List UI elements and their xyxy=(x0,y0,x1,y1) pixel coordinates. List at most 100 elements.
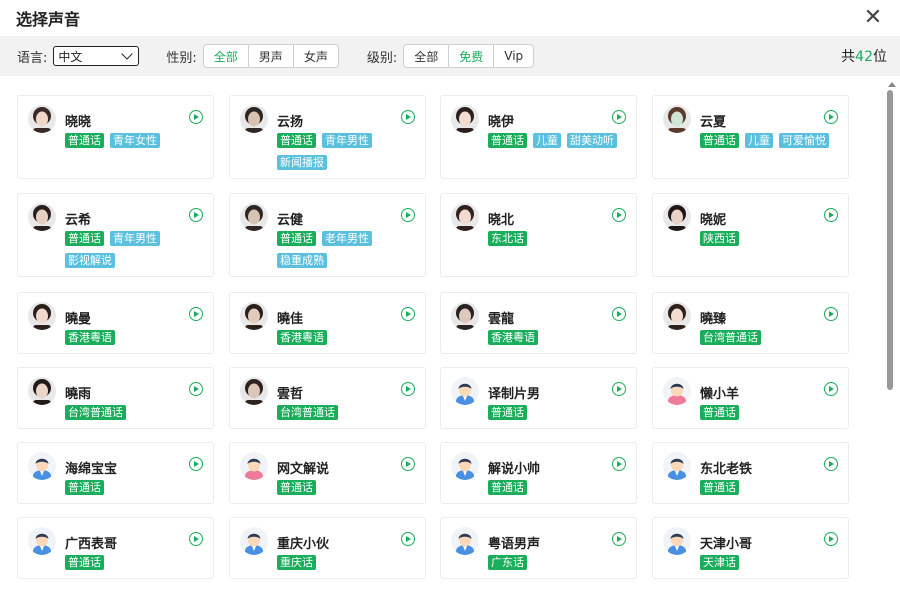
voice-tag: 天津话 xyxy=(700,555,739,570)
play-icon[interactable] xyxy=(612,208,626,222)
play-icon[interactable] xyxy=(612,307,626,321)
voice-card[interactable]: 云扬 普通话 青年男性 新闻播报 xyxy=(229,95,426,179)
voice-tags: 普通话 xyxy=(700,480,845,495)
play-icon[interactable] xyxy=(189,532,203,546)
avatar xyxy=(663,527,691,555)
level-option-free[interactable]: 免费 xyxy=(448,45,493,67)
play-icon[interactable] xyxy=(189,307,203,321)
voice-tag: 普通话 xyxy=(488,405,527,420)
play-icon[interactable] xyxy=(189,457,203,471)
voice-card[interactable]: 海绵宝宝 普通话 xyxy=(17,442,214,504)
voice-card[interactable]: 曉佳 香港粵语 xyxy=(229,292,426,354)
gender-option-female[interactable]: 女声 xyxy=(292,45,338,67)
language-select[interactable]: 中文 xyxy=(53,46,140,66)
level-filter: 全部 免费 Vip xyxy=(403,44,535,68)
count-suffix: 位 xyxy=(873,49,887,65)
voice-name: 曉佳 xyxy=(277,312,304,327)
voice-tags: 普通话 儿童 可爱愉悦 xyxy=(700,133,845,148)
level-option-all[interactable]: 全部 xyxy=(404,45,448,67)
voice-tag: 普通话 xyxy=(65,555,104,570)
voice-card[interactable]: 天津小哥 天津话 xyxy=(652,517,849,579)
gender-option-male[interactable]: 男声 xyxy=(247,45,293,67)
voice-card[interactable]: 晓晓 普通话 青年女性 xyxy=(17,95,214,179)
voice-card[interactable]: 曉臻 台湾普通话 xyxy=(652,292,849,354)
avatar xyxy=(240,105,268,133)
avatar xyxy=(28,527,56,555)
play-icon[interactable] xyxy=(612,110,626,124)
scroll-up-arrow-icon[interactable] xyxy=(888,82,896,87)
voice-card[interactable]: 粤语男声 广东话 xyxy=(440,517,637,579)
voice-name: 雲哲 xyxy=(277,387,304,402)
voice-tags: 陕西话 xyxy=(700,231,845,246)
voice-tags: 香港粵语 xyxy=(65,330,210,345)
voice-tag: 新闻播报 xyxy=(277,155,327,170)
voice-tag: 青年女性 xyxy=(110,133,160,148)
play-icon[interactable] xyxy=(824,382,838,396)
voice-tags: 台湾普通话 xyxy=(65,405,210,420)
voice-name: 天津小哥 xyxy=(700,537,753,552)
play-icon[interactable] xyxy=(824,457,838,471)
play-icon[interactable] xyxy=(401,110,415,124)
avatar xyxy=(240,203,268,231)
voice-name: 解说小帅 xyxy=(488,462,541,477)
voice-name: 晓晓 xyxy=(65,115,92,130)
play-icon[interactable] xyxy=(401,208,415,222)
voice-card[interactable]: 重庆小伙 重庆话 xyxy=(229,517,426,579)
play-icon[interactable] xyxy=(612,532,626,546)
voice-tag: 陕西话 xyxy=(700,231,739,246)
voice-name: 译制片男 xyxy=(488,387,541,402)
voice-tags: 普通话 xyxy=(65,555,210,570)
voice-card[interactable]: 曉雨 台湾普通话 xyxy=(17,367,214,429)
voice-tag: 影视解说 xyxy=(65,253,115,268)
avatar xyxy=(663,203,691,231)
voice-card[interactable]: 广西表哥 普通话 xyxy=(17,517,214,579)
voice-tag: 儿童 xyxy=(533,133,561,148)
level-option-vip[interactable]: Vip xyxy=(493,45,533,67)
play-icon[interactable] xyxy=(401,307,415,321)
play-icon[interactable] xyxy=(612,457,626,471)
voice-card[interactable]: 解说小帅 普通话 xyxy=(440,442,637,504)
voice-tag: 普通话 xyxy=(65,480,104,495)
language-label: 语言: xyxy=(17,50,48,66)
voice-card[interactable]: 晓北 东北话 xyxy=(440,193,637,277)
voice-tags: 普通话 青年男性 新闻播报 xyxy=(277,133,422,170)
voice-card[interactable]: 曉曼 香港粵语 xyxy=(17,292,214,354)
voice-card[interactable]: 译制片男 普通话 xyxy=(440,367,637,429)
voice-card[interactable]: 东北老铁 普通话 xyxy=(652,442,849,504)
avatar xyxy=(28,203,56,231)
voice-card[interactable]: 云希 普通话 青年男性 影视解说 xyxy=(17,193,214,277)
play-icon[interactable] xyxy=(824,532,838,546)
voice-card[interactable]: 懒小羊 普通话 xyxy=(652,367,849,429)
play-icon[interactable] xyxy=(189,208,203,222)
play-icon[interactable] xyxy=(824,307,838,321)
voice-name: 重庆小伙 xyxy=(277,537,330,552)
play-icon[interactable] xyxy=(824,208,838,222)
voice-card[interactable]: 雲龍 香港粵语 xyxy=(440,292,637,354)
voice-tags: 台湾普通话 xyxy=(277,405,422,420)
play-icon[interactable] xyxy=(612,382,626,396)
play-icon[interactable] xyxy=(401,382,415,396)
scrollbar[interactable] xyxy=(884,80,900,596)
voice-tag: 台湾普通话 xyxy=(277,405,338,420)
voice-tag: 普通话 xyxy=(488,133,527,148)
close-icon[interactable]: ✕ xyxy=(862,7,884,29)
voice-card[interactable]: 晓伊 普通话 儿童 甜美动听 xyxy=(440,95,637,179)
voice-tags: 普通话 青年男性 影视解说 xyxy=(65,231,210,268)
voice-card[interactable]: 雲哲 台湾普通话 xyxy=(229,367,426,429)
play-icon[interactable] xyxy=(401,457,415,471)
voice-card[interactable]: 网文解说 普通话 xyxy=(229,442,426,504)
voice-tags: 台湾普通话 xyxy=(700,330,845,345)
scrollbar-thumb[interactable] xyxy=(887,90,893,390)
play-icon[interactable] xyxy=(824,110,838,124)
voice-card[interactable]: 晓妮 陕西话 xyxy=(652,193,849,277)
avatar xyxy=(240,377,268,405)
play-icon[interactable] xyxy=(189,382,203,396)
voice-card[interactable]: 云夏 普通话 儿童 可爱愉悦 xyxy=(652,95,849,179)
voice-card[interactable]: 云健 普通话 老年男性 稳重成熟 xyxy=(229,193,426,277)
voice-tag: 香港粵语 xyxy=(277,330,327,345)
play-icon[interactable] xyxy=(189,110,203,124)
avatar xyxy=(451,105,479,133)
voice-tag: 香港粵语 xyxy=(488,330,538,345)
gender-option-all[interactable]: 全部 xyxy=(204,45,248,67)
play-icon[interactable] xyxy=(401,532,415,546)
